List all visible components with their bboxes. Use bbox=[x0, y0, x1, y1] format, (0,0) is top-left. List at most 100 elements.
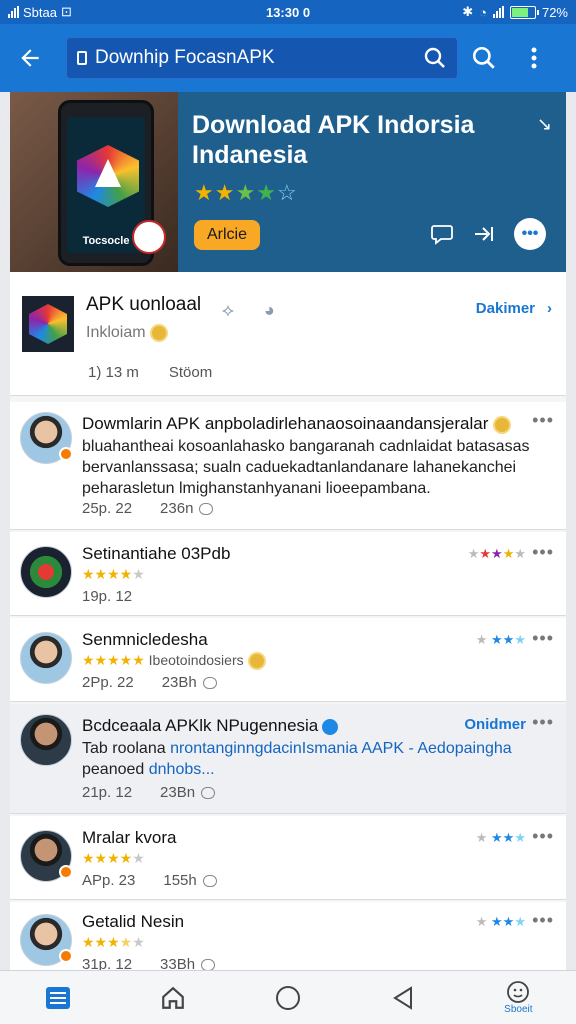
post-title: Setinantiahe 03Pdb bbox=[82, 544, 231, 563]
avatar[interactable] bbox=[20, 546, 72, 598]
search-button[interactable] bbox=[464, 38, 504, 78]
list-item[interactable]: Getalid Nesin ★ ★★★ ••• ★★★★★ 31p. 12 33… bbox=[10, 902, 566, 970]
post-rating: ★★★★★ bbox=[82, 934, 145, 950]
nav-circle[interactable] bbox=[258, 973, 318, 1023]
post-title: Dowmlarin APK anpboladirlehanaosoinaanda… bbox=[82, 414, 512, 434]
more-horiz-icon[interactable]: ••• bbox=[532, 712, 554, 733]
app-card[interactable]: APK uonloaal Inkloiam ⟡ ◕ Dakimer › 1) 1… bbox=[10, 272, 566, 396]
more-options-button[interactable] bbox=[514, 38, 554, 78]
post-title: Mralar kvora bbox=[82, 828, 177, 847]
app-meta: 1) 13 m Stöom bbox=[88, 364, 212, 381]
post-link[interactable]: Onidmer bbox=[464, 716, 526, 733]
hero-title: Download APK Indorsia Indanesia bbox=[192, 111, 475, 169]
list-item[interactable]: Senmnicledesha ★ ★★★ ••• ★★★★★ Ibeotoind… bbox=[10, 618, 566, 702]
clock-icon[interactable]: ◕ bbox=[264, 300, 275, 321]
post-comments-count: 236n bbox=[160, 500, 194, 517]
coin-icon bbox=[493, 415, 512, 434]
badge-icon bbox=[59, 949, 73, 963]
badge-icon bbox=[59, 447, 73, 461]
nav-menu[interactable] bbox=[28, 973, 88, 1023]
status-bar: Sbtaa ⊡ 13:30 0 ✱ ◔ 72% bbox=[0, 0, 576, 24]
read-more-link[interactable]: dnhobs... bbox=[149, 761, 215, 778]
post-date: 25p. 22 bbox=[82, 500, 133, 517]
post-subtitle: Ibeotoindosiers bbox=[148, 652, 244, 668]
share-icon[interactable] bbox=[472, 223, 496, 245]
app-card-link-label: Dakimer bbox=[475, 300, 535, 317]
avatar[interactable] bbox=[20, 714, 72, 766]
post-meta: 31p. 12 33Bh bbox=[82, 956, 216, 970]
post-title: Senmnicledesha bbox=[82, 630, 208, 649]
more-horiz-icon[interactable]: ••• bbox=[532, 542, 554, 563]
post-rating: ★★★★★ Ibeotoindosiers bbox=[82, 652, 266, 671]
post-comments[interactable]: 23Bn bbox=[160, 784, 216, 801]
expand-icon[interactable]: ⟡ bbox=[222, 300, 234, 321]
post-date: 21p. 12 bbox=[82, 784, 133, 801]
comment-icon[interactable] bbox=[430, 223, 454, 245]
rating-mini: ★ ★★★ bbox=[475, 632, 526, 647]
app-subtitle: Inkloiam bbox=[86, 324, 168, 342]
hero-actions: ••• bbox=[430, 218, 546, 250]
status-left: Sbtaa ⊡ bbox=[8, 4, 208, 20]
list-item[interactable]: Dowmlarin APK anpboladirlehanaosoinaanda… bbox=[10, 402, 566, 530]
notification-icon: ⊡ bbox=[60, 4, 72, 19]
post-comments[interactable]: 33Bh bbox=[160, 956, 216, 970]
post-meta: 19p. 12 bbox=[82, 588, 132, 605]
app-meta-size: Stöom bbox=[168, 364, 213, 381]
list-item[interactable]: Mralar kvora ★ ★★★ ••• ★★★★★ APp. 23 155… bbox=[10, 816, 566, 900]
star-icon: ★ bbox=[235, 180, 257, 205]
list-item[interactable]: Bcdceaala APKlk NPugennesia Onidmer ••• … bbox=[10, 704, 566, 814]
nav-profile[interactable]: Sboeit bbox=[488, 973, 548, 1023]
post-meta: 21p. 12 23Bn bbox=[82, 784, 216, 801]
comment-icon bbox=[202, 875, 217, 888]
post-body-link[interactable]: nrontanginngdacinIsmania AAPK - Aedopain… bbox=[170, 740, 512, 757]
comment-icon bbox=[199, 503, 214, 516]
nav-back[interactable] bbox=[373, 973, 433, 1023]
search-icon bbox=[472, 46, 495, 69]
post-meta: 25p. 22 236n bbox=[82, 500, 214, 517]
wifi-icon: ◔ bbox=[479, 4, 487, 20]
app-card-link[interactable]: Dakimer › bbox=[476, 300, 552, 317]
post-comments[interactable]: 236n bbox=[160, 500, 214, 517]
post-comments-count: 155h bbox=[163, 872, 197, 889]
app-bar: Downhip FocasnAPK bbox=[0, 24, 576, 92]
app-icon bbox=[22, 296, 74, 352]
post-date: 31p. 12 bbox=[82, 956, 133, 970]
circle-home-icon bbox=[275, 985, 300, 1010]
post-comments-count: 23Bn bbox=[160, 784, 196, 801]
more-horiz-icon[interactable]: ••• bbox=[532, 826, 554, 847]
search-input[interactable]: Downhip FocasnAPK bbox=[66, 37, 458, 79]
hero-banner[interactable]: Tocsocle Download APK Indorsia Indanesia… bbox=[10, 92, 566, 272]
post-title: Getalid Nesin bbox=[82, 912, 185, 931]
post-comments-count: 33Bh bbox=[160, 956, 196, 970]
avatar[interactable] bbox=[20, 412, 73, 464]
more-horiz-icon[interactable]: ••• bbox=[532, 410, 554, 431]
more-horiz-icon: ••• bbox=[521, 225, 539, 242]
comment-icon bbox=[202, 677, 217, 690]
more-horiz-icon[interactable]: ••• bbox=[532, 628, 554, 649]
avatar[interactable] bbox=[20, 632, 72, 684]
star-icon: ★ bbox=[194, 180, 215, 205]
status-right: ✱ ◔ 72% bbox=[368, 4, 568, 20]
post-comments[interactable]: 155h bbox=[163, 872, 217, 889]
search-icon[interactable] bbox=[423, 46, 447, 70]
avatar[interactable] bbox=[20, 830, 73, 882]
hero-rating: ★★★★☆ bbox=[194, 180, 298, 206]
nav-home[interactable] bbox=[143, 973, 203, 1023]
emoji-icon bbox=[507, 981, 530, 1003]
post-date: 2Pp. 22 bbox=[82, 674, 134, 691]
coin-icon bbox=[149, 324, 168, 342]
back-button[interactable] bbox=[10, 38, 50, 78]
avatar[interactable] bbox=[20, 914, 73, 966]
chevron-right-icon: › bbox=[547, 300, 552, 317]
post-comments[interactable]: 23Bh bbox=[162, 674, 217, 691]
list-item[interactable]: Setinantiahe 03Pdb ★★★★★ ••• ★★★★★ 19p. … bbox=[10, 532, 566, 616]
hero-more-button[interactable]: ••• bbox=[514, 218, 546, 250]
hero-action-button[interactable]: Arlcie bbox=[194, 220, 260, 250]
share-corner-icon[interactable]: ↘ bbox=[537, 114, 552, 135]
more-horiz-icon[interactable]: ••• bbox=[532, 910, 554, 931]
back-arrow-icon bbox=[21, 49, 39, 67]
apk-logo-icon bbox=[29, 304, 67, 344]
rating-mini: ★★★★★ bbox=[467, 546, 526, 561]
post-title: Bcdceaala APKlk NPugennesia bbox=[82, 716, 339, 736]
post-date: 19p. 12 bbox=[82, 588, 133, 605]
